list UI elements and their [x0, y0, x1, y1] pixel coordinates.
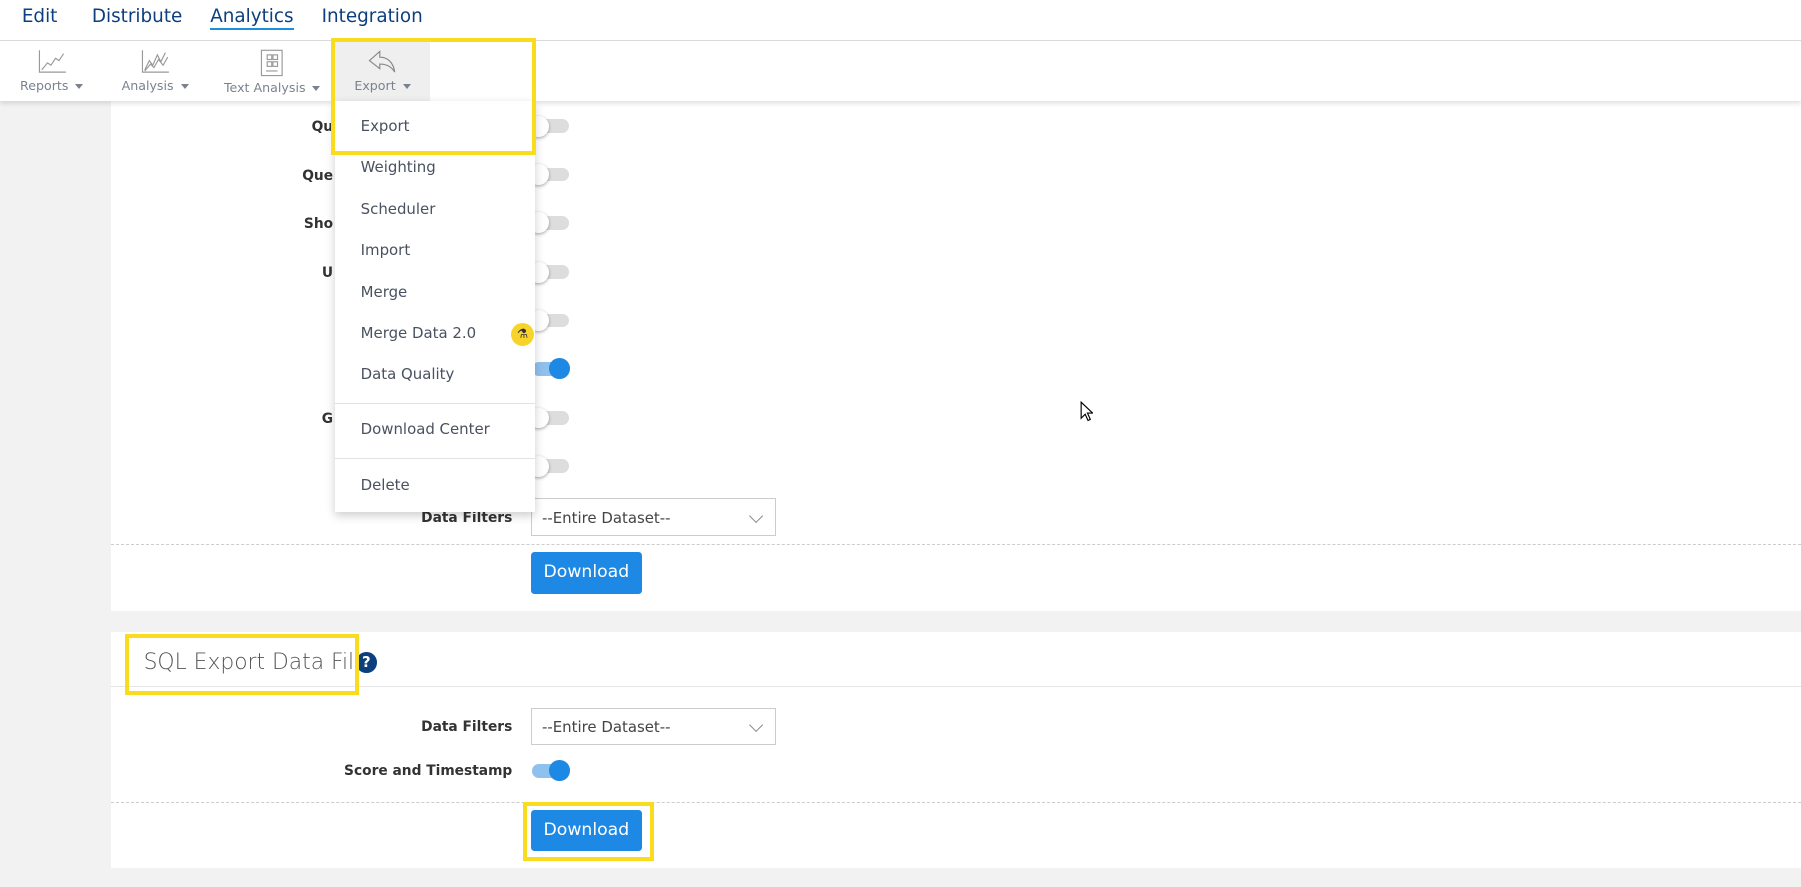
option-toggle[interactable]	[528, 212, 569, 234]
reply-arrow-icon	[368, 50, 396, 73]
document-grid-icon	[261, 49, 284, 77]
menu-item-delete[interactable]: Delete	[361, 476, 410, 494]
divider	[111, 801, 1801, 803]
option-label: Que	[302, 167, 334, 184]
analysis-label: Analysis	[121, 78, 174, 94]
mouse-cursor-icon	[1080, 400, 1094, 422]
menu-item-download-center[interactable]: Download Center	[361, 420, 490, 438]
option-toggle[interactable]	[528, 116, 569, 137]
tab-analytics[interactable]: Analytics	[210, 6, 294, 30]
select-value: --Entire Dataset--	[541, 508, 671, 527]
beta-flask-icon: ⚗	[511, 322, 535, 346]
menu-divider	[335, 403, 536, 405]
option-toggle[interactable]	[528, 261, 569, 283]
chevron-down-icon	[749, 508, 764, 524]
option-toggle[interactable]	[528, 164, 569, 185]
menu-item-data-quality[interactable]: Data Quality	[361, 365, 455, 383]
help-icon[interactable]: ?	[356, 652, 377, 674]
tab-distribute[interactable]: Distribute	[92, 6, 182, 27]
data-filters-label: Data Filters	[421, 509, 513, 526]
toolbar: Reports Analysis Text Analysis Export	[0, 41, 1801, 102]
chevron-down-icon	[749, 717, 764, 733]
divider	[111, 685, 1801, 687]
menu-item-weighting[interactable]: Weighting	[361, 158, 436, 176]
menu-item-scheduler[interactable]: Scheduler	[361, 200, 436, 218]
option-label: Sho	[303, 215, 334, 232]
tab-integration[interactable]: Integration	[322, 6, 423, 27]
reports-button[interactable]: Reports	[14, 41, 90, 101]
sql-export-card: SQL Export Data File ? Data Filters --En…	[111, 631, 1801, 869]
data-filters-select[interactable]: --Entire Dataset--	[530, 707, 777, 746]
text-analysis-label: Text Analysis	[223, 80, 306, 96]
option-toggle-on[interactable]	[531, 358, 570, 380]
option-toggle[interactable]	[528, 455, 569, 477]
export-button[interactable]: Export	[335, 41, 430, 102]
option-label: G	[321, 411, 334, 428]
analysis-chart-icon	[141, 50, 169, 73]
caret-down-icon	[402, 84, 411, 90]
caret-down-icon	[180, 84, 189, 90]
export-label: Export	[354, 78, 396, 94]
option-toggle[interactable]	[528, 407, 569, 429]
text-analysis-button[interactable]: Text Analysis	[221, 41, 324, 101]
data-filters-select[interactable]: --Entire Dataset--	[530, 498, 777, 537]
analysis-button[interactable]: Analysis	[115, 41, 195, 101]
menu-divider	[335, 458, 536, 460]
menu-item-merge-data-2[interactable]: Merge Data 2.0	[361, 324, 476, 342]
divider	[111, 544, 1801, 546]
sql-download-button[interactable]: Download	[530, 809, 643, 852]
caret-down-icon	[312, 86, 321, 92]
tab-edit[interactable]: Edit	[22, 6, 58, 27]
menu-item-merge[interactable]: Merge	[361, 283, 408, 301]
select-value: --Entire Dataset--	[541, 717, 671, 736]
download-button[interactable]: Download	[530, 552, 643, 594]
data-filters-label: Data Filters	[421, 719, 513, 735]
score-timestamp-toggle[interactable]	[531, 760, 570, 782]
top-nav: Edit Distribute Analytics Integration	[0, 0, 1801, 42]
option-label: U	[321, 265, 334, 282]
option-label: Qu	[311, 119, 334, 136]
caret-down-icon	[75, 84, 84, 90]
line-chart-icon	[38, 50, 66, 73]
score-timestamp-label: Score and Timestamp	[344, 762, 513, 779]
section-title: SQL Export Data File	[143, 650, 368, 676]
option-toggle[interactable]	[528, 310, 569, 331]
menu-item-export[interactable]: Export	[361, 117, 410, 135]
export-dropdown-menu: Export Weighting Scheduler Import Merge …	[335, 101, 536, 513]
reports-label: Reports	[20, 78, 69, 94]
menu-item-import[interactable]: Import	[361, 241, 411, 259]
